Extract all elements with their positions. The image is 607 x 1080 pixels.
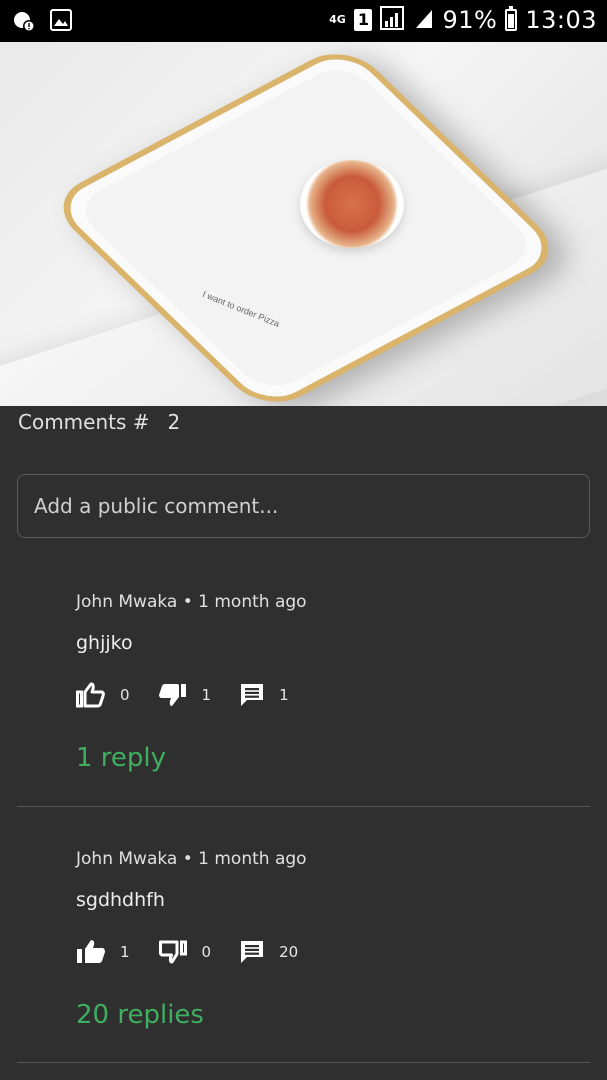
add-comment-placeholder: Add a public comment... [34, 494, 279, 518]
comment-item: John Mwaka • 1 month ago ghjjko 0 1 1 1 … [76, 592, 596, 773]
comment-divider [17, 1062, 590, 1063]
hero-image[interactable]: I want to order Pizza [0, 42, 607, 406]
comment-actions: 0 1 1 [76, 680, 596, 710]
reply-button[interactable]: 20 [239, 939, 298, 965]
clock: 13:03 [525, 6, 597, 34]
dislike-button[interactable]: 1 [158, 682, 212, 708]
reply-count: 1 [279, 686, 289, 704]
battery-percent: 91% [442, 6, 498, 34]
thumbs-up-outline-icon [76, 682, 106, 708]
dislike-count: 0 [201, 943, 212, 961]
comment-text: ghjjko [76, 632, 133, 654]
comment-actions: 1 0 20 [76, 937, 596, 967]
dislike-button[interactable]: 0 [158, 939, 212, 965]
comment-author-line: John Mwaka • 1 month ago [76, 849, 307, 869]
thumbs-up-filled-icon [76, 939, 106, 965]
comment-icon [239, 682, 265, 708]
add-comment-input[interactable]: Add a public comment... [17, 474, 590, 538]
network-type: 4G [329, 13, 346, 26]
comment-divider [17, 806, 590, 807]
like-count: 0 [120, 686, 130, 704]
status-bar: 4G 1 91% 13:03 [0, 0, 607, 42]
comment-item: John Mwaka • 1 month ago sgdhdhfh 1 0 20… [76, 849, 596, 1030]
comments-count: 2 [167, 410, 181, 434]
image-icon [50, 9, 72, 37]
dislike-count: 1 [201, 686, 212, 704]
view-replies-link[interactable]: 20 replies [76, 1000, 596, 1030]
comment-text: sgdhdhfh [76, 889, 165, 911]
signal-secondary-icon [414, 7, 434, 33]
battery-icon [505, 6, 518, 31]
comment-author-line: John Mwaka • 1 month ago [76, 592, 307, 612]
reply-button[interactable]: 1 [239, 682, 289, 708]
sim-indicator: 1 [354, 9, 373, 31]
comments-label: Comments # [18, 410, 150, 434]
signal-icon [380, 6, 406, 34]
notification-icon [12, 9, 36, 37]
view-replies-link[interactable]: 1 reply [76, 743, 596, 773]
like-count: 1 [120, 943, 130, 961]
thumbs-down-filled-icon [158, 682, 188, 708]
like-button[interactable]: 1 [76, 939, 130, 965]
comments-header: Comments # 2 [18, 410, 180, 434]
pizza-image [300, 160, 404, 248]
like-button[interactable]: 0 [76, 682, 130, 708]
reply-count: 20 [279, 943, 299, 961]
thumbs-down-outline-icon [158, 939, 188, 965]
comment-icon [239, 939, 265, 965]
